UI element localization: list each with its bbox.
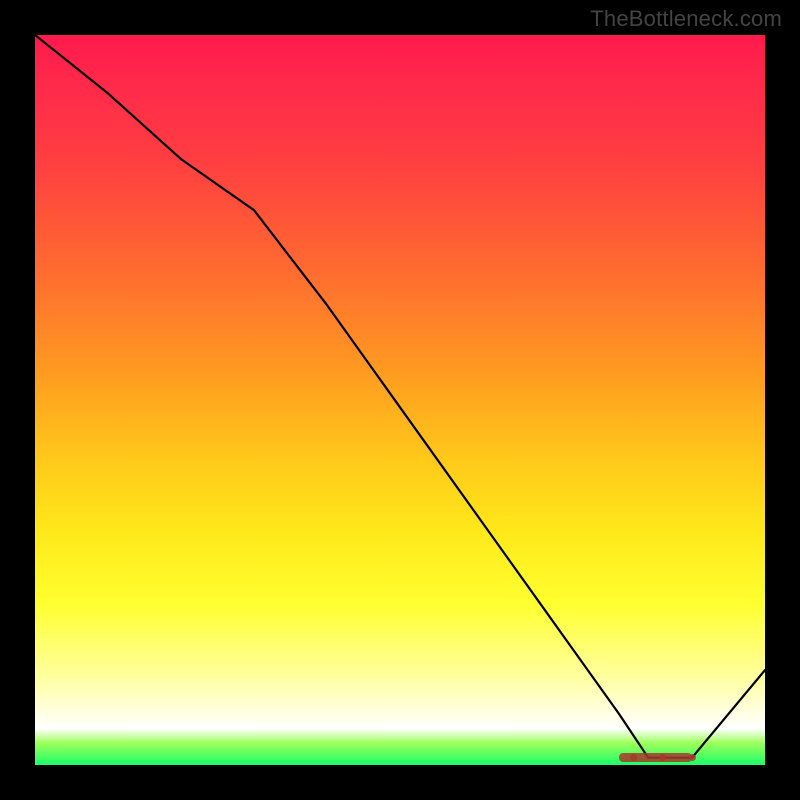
bottleneck-line	[35, 35, 765, 765]
plot-area	[35, 35, 765, 765]
optimal-dot	[689, 754, 696, 761]
watermark-text: TheBottleneck.com	[590, 6, 782, 32]
chart-frame: TheBottleneck.com	[0, 0, 800, 800]
